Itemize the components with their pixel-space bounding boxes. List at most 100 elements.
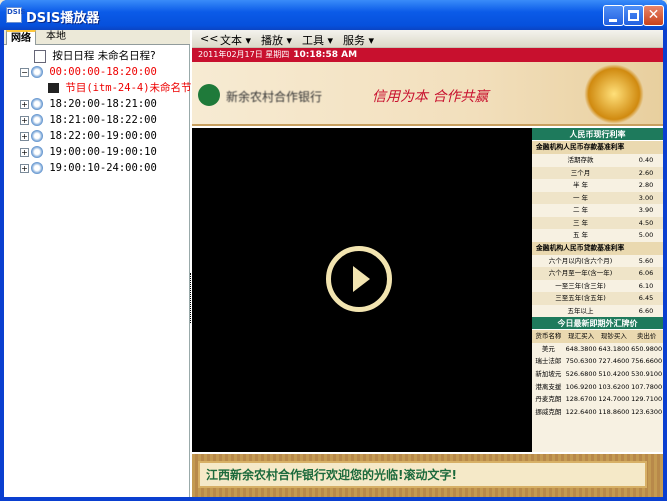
tree-item[interactable]: + 18:22:00-19:00:00 [20, 128, 157, 144]
calendar-icon [34, 49, 46, 63]
rate-cell: 三 年 [572, 218, 589, 227]
clock-icon [31, 146, 43, 158]
tree-root[interactable]: 按日日程 未命名日程? [34, 48, 156, 64]
clock-icon [31, 114, 43, 126]
rate-cell: 2.60 [638, 168, 654, 177]
rate-cell: 美元 [541, 344, 555, 353]
rate-row: 一 年 3.00 [532, 191, 663, 204]
date-bar: 2011年02月17日 星期四 10:18:58 AM [192, 48, 663, 62]
fx-header-cell: 货币名称 [535, 332, 562, 340]
maximize-button[interactable] [623, 5, 644, 26]
rate-row: 半 年 2.80 [532, 179, 663, 192]
menu-tools[interactable]: 工具 ▾ [302, 32, 333, 48]
tree-item-program[interactable]: 节目(itm-24-4)未命名节目 [48, 80, 202, 96]
rate-cell: 128.6700 [565, 395, 597, 404]
rate-cell: 530.9100 [631, 370, 663, 379]
tree-item[interactable]: − 00:00:00-18:20:00 [20, 64, 157, 80]
rate-cell: 3.90 [638, 206, 654, 214]
expand-icon[interactable]: + [20, 147, 29, 157]
title-bar[interactable]: DSIS DSIS播放器 ✕ [0, 0, 667, 30]
menu-service[interactable]: 服务 ▾ [343, 32, 374, 48]
fx-header-cell: 卖出价 [636, 332, 657, 340]
tree-item-label: 19:00:00-19:00:10 [49, 146, 157, 158]
rate-cell: 一至三年(含三年) [555, 281, 606, 290]
rate-cell: 103.6200 [598, 382, 630, 391]
window-title: DSIS播放器 [26, 11, 100, 26]
tree-item[interactable]: + 18:21:00-18:22:00 [20, 112, 157, 128]
rate-cell: 一 年 [572, 193, 589, 202]
rate-row: 瑞士法郎 750.6300 727.4600 756.6600 [532, 355, 663, 368]
tab-network[interactable]: 网络 [6, 30, 36, 45]
tree-item-label: 18:20:00-18:21:00 [49, 98, 157, 110]
ticker-box: 江西新余农村合作银行欢迎您的光临!滚动文字! [198, 461, 647, 488]
rate-cell: 6.45 [638, 294, 654, 302]
rate-cell: 756.6600 [631, 357, 663, 366]
rate-row: 新加坡元 526.6800 510.4200 530.9100 [532, 368, 663, 381]
rate-cell: 6.06 [638, 269, 654, 277]
rate-cell: 新加坡元 [535, 370, 562, 379]
tree-item-label: 节目(itm-24-4)未命名节目 [65, 82, 203, 94]
rate-row: 二 年 3.90 [532, 204, 663, 217]
clock-icon [31, 66, 43, 78]
rate-cell: 二 年 [572, 206, 589, 214]
rate-row: 五年以上 6.60 [532, 305, 663, 318]
rate-cell: 129.7100 [631, 395, 663, 404]
rate-row: 活期存款 0.40 [532, 154, 663, 167]
rate-row: 六个月以内(含六个月) 5.60 [532, 255, 663, 268]
expand-icon[interactable]: + [20, 115, 29, 125]
rate-cell: 五 年 [572, 231, 589, 239]
ticker-bar: 江西新余农村合作银行欢迎您的光临!滚动文字! [192, 454, 663, 497]
rate-cell: 118.8600 [598, 408, 630, 417]
collapse-icon[interactable]: − [20, 67, 29, 77]
expand-icon[interactable]: + [20, 131, 29, 141]
rate-cell: 6.60 [638, 306, 654, 315]
tree-item[interactable]: + 18:20:00-18:21:00 [20, 96, 157, 112]
rate-cell: 半 年 [572, 181, 589, 189]
tree-item-label: 18:22:00-19:00:00 [49, 130, 157, 142]
rate-cell: 510.4200 [598, 370, 630, 379]
clock-icon [31, 130, 43, 142]
app-icon: DSIS [6, 7, 26, 23]
rate-cell: 122.6400 [565, 408, 597, 417]
tree-item[interactable]: + 19:00:00-19:00:10 [20, 144, 157, 160]
rate-cell: 五年以上 [567, 306, 594, 315]
rate-cell: 727.4600 [598, 357, 630, 366]
rate-row: 港离支援 106.9200 103.6200 107.7800 [532, 381, 663, 394]
play-icon[interactable] [326, 246, 392, 312]
tree-item[interactable]: + 19:00:10-24:00:00 [20, 160, 157, 176]
bank-logo-icon [198, 84, 220, 106]
main-window: DSIS DSIS播放器 ✕ 网络 本地 按日日程 未命名日程? − 00:00… [0, 0, 667, 501]
bank-name: 新余农村合作银行 [226, 90, 323, 104]
rate-cell: 124.7000 [598, 395, 630, 404]
rate-row: 美元 648.3800 643.1800 650.9800 [532, 343, 663, 356]
video-area[interactable] [192, 128, 532, 452]
menu-text[interactable]: 文本 ▾ [220, 32, 251, 48]
tab-local[interactable]: 本地 [42, 30, 70, 45]
menu-play[interactable]: 播放 ▾ [261, 32, 292, 48]
expand-icon[interactable]: + [20, 99, 29, 109]
rate-row: 挪威克朗 122.6400 118.8600 123.6300 [532, 406, 663, 419]
rate-cell: 三个月 [570, 168, 591, 177]
date-text: 2011年02月17日 星期四 [198, 50, 290, 59]
rate-board: 人民币现行利率 金融机构人民币存款基准利率 活期存款 0.40 三个月 2.60 半 年… [532, 128, 663, 452]
slogan: 信用为本 合作共赢 [372, 89, 489, 105]
rate-cell: 4.50 [638, 218, 654, 227]
rate-cell: 港离支援 [535, 382, 562, 391]
clapper-icon [48, 83, 59, 93]
expand-icon[interactable]: + [20, 163, 29, 173]
rate-cell: 六个月以内(含六个月) [548, 256, 613, 265]
rate-cell: 0.40 [638, 156, 654, 164]
clock-icon [31, 98, 43, 110]
fx-header: 货币名称 现汇买入 现钞买入 卖出价 [532, 330, 663, 343]
rate-row: 三 年 4.50 [532, 216, 663, 229]
loan-title: 金融机构人民币贷款基准利率 [532, 241, 663, 255]
fx-header-cell: 现汇买入 [568, 332, 595, 340]
rate-cell: 3.00 [638, 193, 654, 202]
rates-title: 人民币现行利率 [532, 128, 663, 141]
client-area: 网络 本地 按日日程 未命名日程? − 00:00:00-18:20:00 节目… [4, 30, 663, 497]
clock-icon [31, 162, 43, 174]
tree-root-label: 按日日程 未命名日程? [52, 50, 156, 62]
minimize-button[interactable] [603, 5, 624, 26]
close-button[interactable]: ✕ [643, 5, 664, 26]
collapse-panel-button[interactable]: << [200, 32, 218, 45]
